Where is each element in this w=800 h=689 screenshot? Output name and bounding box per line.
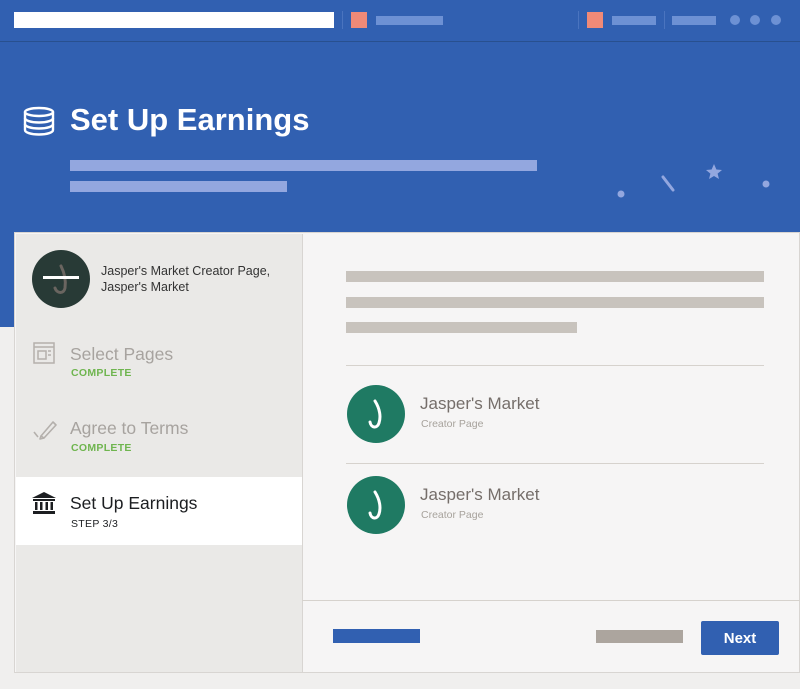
page-avatar bbox=[32, 250, 90, 308]
nav-link[interactable] bbox=[376, 16, 443, 25]
pencil-icon bbox=[33, 421, 57, 440]
database-icon bbox=[23, 106, 55, 136]
step-status: COMPLETE bbox=[71, 367, 132, 379]
back-button[interactable] bbox=[596, 630, 683, 643]
page-title: Set Up Earnings bbox=[70, 102, 310, 137]
step-agree-terms[interactable]: Agree to Terms COMPLETE bbox=[16, 405, 302, 467]
jasper-logo-icon bbox=[368, 490, 382, 520]
step-status: COMPLETE bbox=[71, 442, 132, 454]
jasper-logo-icon bbox=[43, 264, 79, 294]
confetti-decoration bbox=[617, 164, 770, 198]
step-title: Agree to Terms bbox=[70, 418, 189, 438]
page-row-type: Creator Page bbox=[421, 509, 484, 521]
top-bar bbox=[0, 0, 800, 42]
step-title: Set Up Earnings bbox=[70, 493, 198, 513]
divider bbox=[664, 11, 665, 29]
step-title: Select Pages bbox=[70, 344, 174, 364]
profile-link[interactable] bbox=[612, 16, 656, 25]
page-row-avatar[interactable] bbox=[347, 385, 405, 443]
description-line bbox=[70, 181, 287, 192]
page-row-name[interactable]: Jasper's Market bbox=[420, 485, 539, 505]
search-bar[interactable] bbox=[14, 12, 334, 28]
description-line bbox=[346, 322, 577, 333]
divider bbox=[342, 11, 343, 29]
step-status: STEP 3/3 bbox=[71, 518, 119, 530]
page-avatar-icon[interactable] bbox=[351, 12, 367, 28]
home-link[interactable] bbox=[672, 16, 716, 25]
next-button[interactable]: Next bbox=[701, 621, 779, 655]
page-name: Jasper's Market Creator Page, Jasper's M… bbox=[101, 264, 271, 294]
divider bbox=[346, 365, 764, 366]
pages-icon bbox=[33, 342, 55, 364]
jasper-logo-icon bbox=[368, 399, 382, 429]
profile-avatar-icon[interactable] bbox=[587, 12, 603, 28]
description-line bbox=[70, 160, 537, 171]
description-line bbox=[346, 271, 764, 282]
divider bbox=[346, 463, 764, 464]
divider bbox=[302, 600, 800, 601]
notifications-icon[interactable] bbox=[771, 15, 781, 25]
page-row-type: Creator Page bbox=[421, 418, 484, 430]
description-line bbox=[346, 297, 764, 308]
step-select-pages[interactable]: Select Pages COMPLETE bbox=[16, 330, 302, 392]
friends-icon[interactable] bbox=[730, 15, 740, 25]
step-set-up-earnings[interactable]: Set Up Earnings STEP 3/3 bbox=[16, 477, 302, 545]
page-row-avatar[interactable] bbox=[347, 476, 405, 534]
page-row-name[interactable]: Jasper's Market bbox=[420, 394, 539, 414]
messages-icon[interactable] bbox=[750, 15, 760, 25]
divider bbox=[578, 11, 579, 29]
bank-icon bbox=[32, 492, 56, 514]
help-link-button[interactable] bbox=[333, 629, 420, 643]
